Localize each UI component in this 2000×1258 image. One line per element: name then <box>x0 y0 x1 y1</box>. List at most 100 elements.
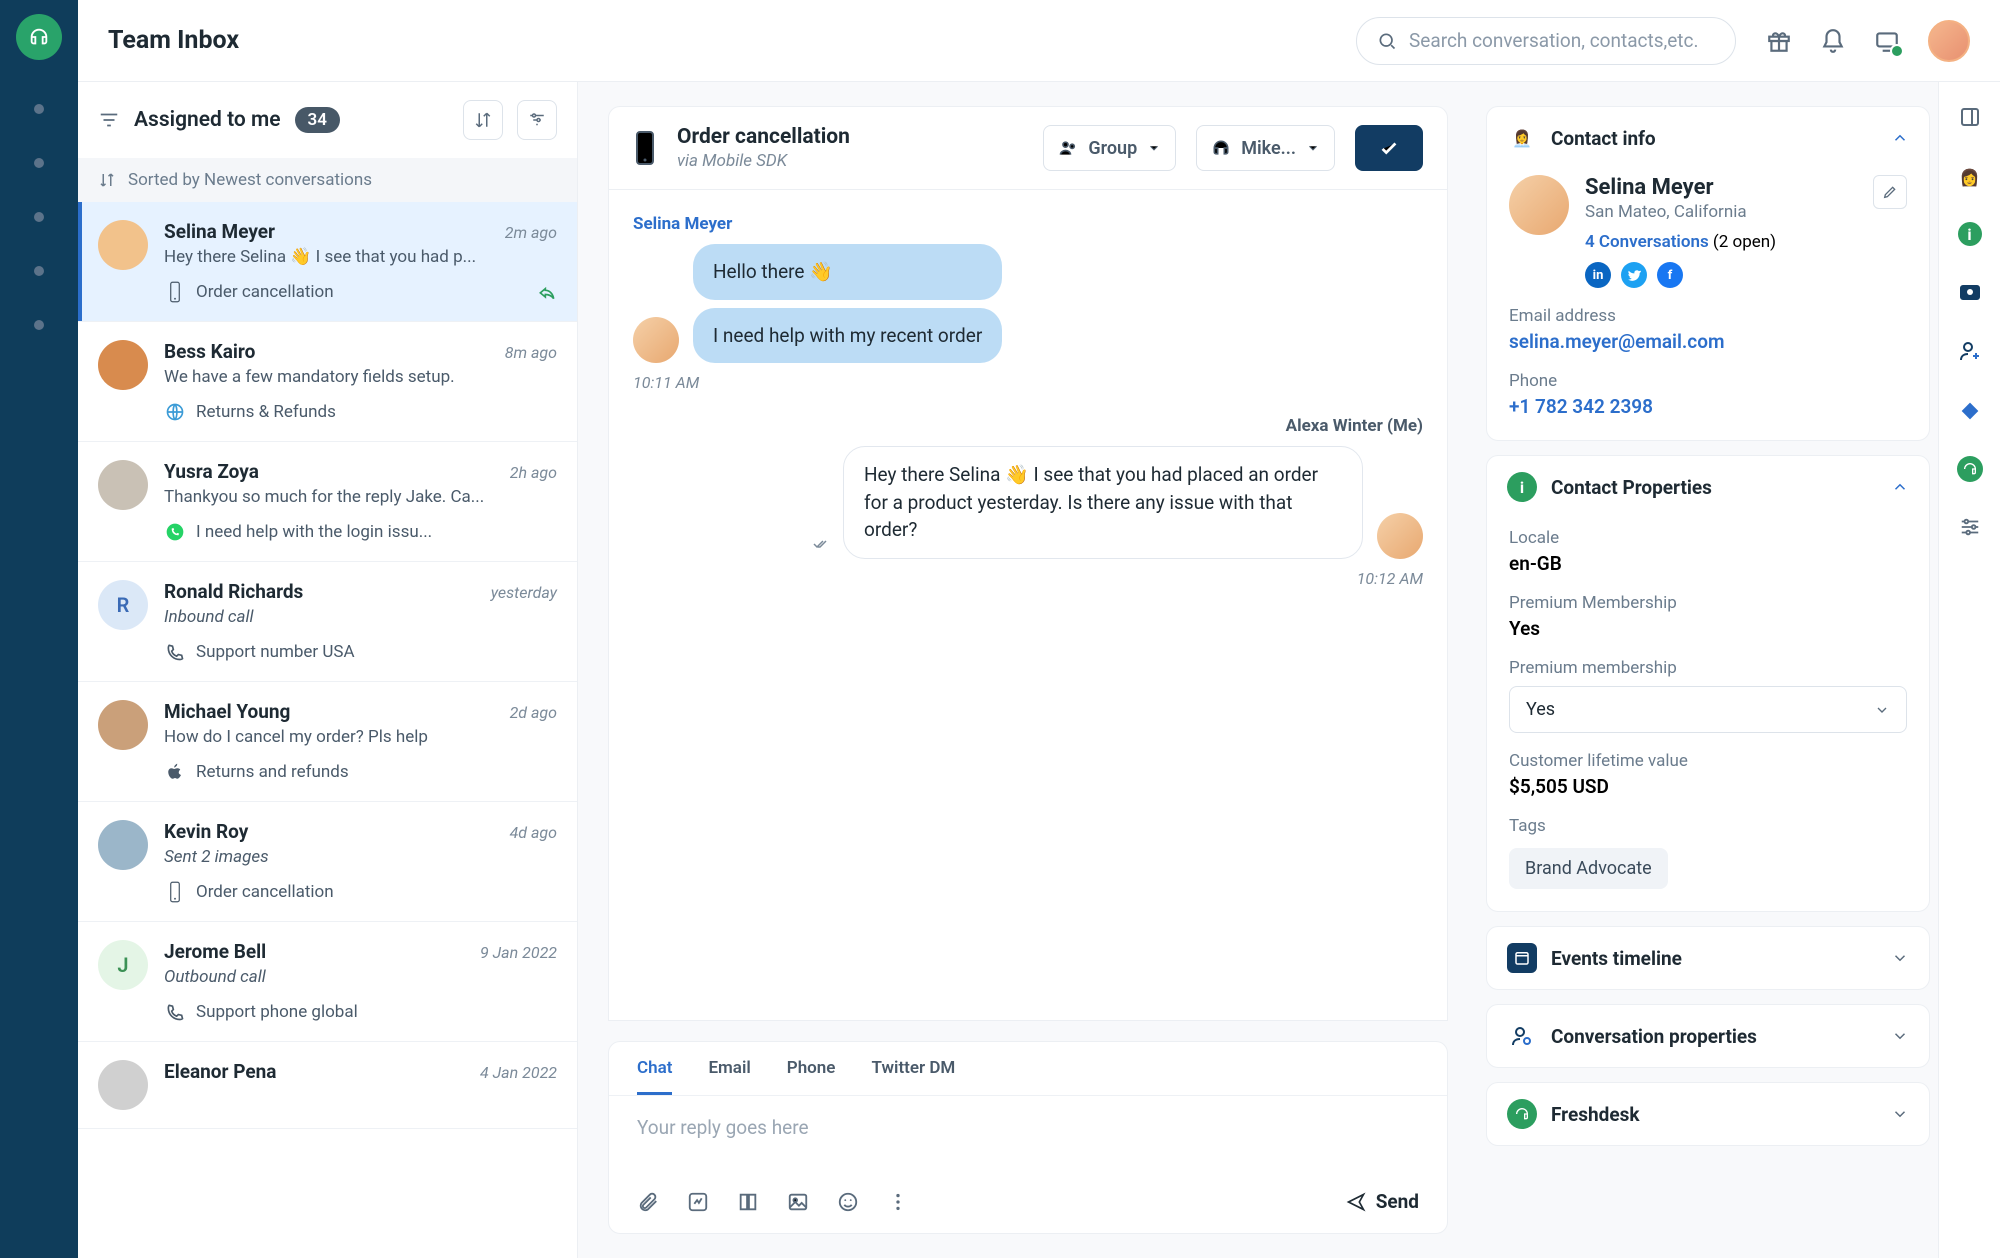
search-input[interactable]: Search conversation, contacts,etc. <box>1356 17 1736 65</box>
tag-chip[interactable]: Brand Advocate <box>1509 848 1668 889</box>
send-button[interactable]: Send <box>1346 1190 1419 1213</box>
conversations-link[interactable]: 4 Conversations <box>1585 232 1709 252</box>
app-logo[interactable] <box>16 14 62 60</box>
composer-tab[interactable]: Chat <box>637 1058 672 1095</box>
resolve-button[interactable] <box>1355 125 1423 171</box>
premium-select[interactable]: Yes <box>1509 686 1907 733</box>
nav-item[interactable] <box>34 320 44 330</box>
contact-info-header[interactable]: 👩‍💼 Contact info <box>1487 107 1929 169</box>
convo-name: Eleanor Pena <box>164 1060 276 1083</box>
events-timeline-header[interactable]: Events timeline <box>1487 927 1929 989</box>
conversation-item[interactable]: Yusra Zoya2h agoThankyou so much for the… <box>78 442 577 562</box>
camera-widget-icon[interactable] <box>1955 276 1985 306</box>
sort-button[interactable] <box>463 100 503 140</box>
phone-label: Phone <box>1509 371 1907 391</box>
channel-label: I need help with the login issu... <box>196 522 432 542</box>
diamond-widget-icon[interactable] <box>1955 396 1985 426</box>
convo-preview: Sent 2 images <box>164 847 557 867</box>
linkedin-icon[interactable]: in <box>1585 262 1611 288</box>
tags-label: Tags <box>1509 816 1907 836</box>
contact-location: San Mateo, California <box>1585 202 1857 222</box>
bell-icon[interactable] <box>1820 28 1846 54</box>
events-timeline-title: Events timeline <box>1551 947 1877 970</box>
convo-name: Ronald Richards <box>164 580 303 603</box>
premium-select-value: Yes <box>1526 699 1555 720</box>
settings-widget-icon[interactable] <box>1955 512 1985 542</box>
freshdesk-header[interactable]: Freshdesk <box>1487 1083 1929 1145</box>
expand-icon[interactable] <box>1955 102 1985 132</box>
composer-tab[interactable]: Twitter DM <box>871 1058 955 1095</box>
status-icon[interactable] <box>1874 28 1900 54</box>
send-icon <box>1346 1192 1366 1212</box>
conversation-item[interactable]: JJerome Bell9 Jan 2022Outbound callSuppo… <box>78 922 577 1042</box>
canned-icon[interactable] <box>687 1191 709 1213</box>
chat-header: Order cancellation via Mobile SDK Group … <box>608 106 1448 190</box>
conversation-properties-title: Conversation properties <box>1551 1025 1877 1048</box>
channel-label: Order cancellation <box>196 282 334 302</box>
message-bubble: Hello there 👋 <box>693 244 1002 300</box>
contact-avatar <box>1509 175 1569 235</box>
avatar <box>98 340 148 390</box>
contact-properties-header[interactable]: i Contact Properties <box>1487 456 1929 518</box>
nav-rail <box>0 0 78 1258</box>
freshdesk-title: Freshdesk <box>1551 1103 1877 1126</box>
convo-time: 9 Jan 2022 <box>480 943 557 962</box>
image-icon[interactable] <box>787 1191 809 1213</box>
message-time: 10:11 AM <box>633 373 1423 392</box>
headset-widget-icon[interactable] <box>1957 456 1983 482</box>
message-bubble: I need help with my recent order <box>693 308 1002 364</box>
convo-name: Michael Young <box>164 700 290 723</box>
conversation-item[interactable]: Selina Meyer2m agoHey there Selina 👋 I s… <box>78 202 577 322</box>
chat-body: Selina MeyerHello there 👋I need help wit… <box>608 190 1448 1021</box>
facebook-icon[interactable]: f <box>1657 262 1683 288</box>
convo-time: 8m ago <box>505 343 557 362</box>
nav-item[interactable] <box>34 266 44 276</box>
conversation-properties-header[interactable]: Conversation properties <box>1487 1005 1929 1067</box>
composer-tabs: Chat Email Phone Twitter DM <box>609 1042 1447 1096</box>
emoji-icon[interactable] <box>837 1191 859 1213</box>
inbox-filter-label[interactable]: Assigned to me <box>134 108 281 132</box>
avatar <box>98 820 148 870</box>
composer-tab[interactable]: Phone <box>787 1058 836 1095</box>
conversation-item[interactable]: Bess Kairo8m agoWe have a few mandatory … <box>78 322 577 442</box>
contact-widget-icon[interactable]: 👩 <box>1955 162 1985 192</box>
filter-button[interactable] <box>517 100 557 140</box>
conversation-item[interactable]: Michael Young2d agoHow do I cancel my or… <box>78 682 577 802</box>
twitter-icon[interactable] <box>1621 262 1647 288</box>
convo-preview: How do I cancel my order? Pls help <box>164 727 557 747</box>
user-avatar[interactable] <box>1928 20 1970 62</box>
conversation-item[interactable]: Kevin Roy4d agoSent 2 imagesOrder cancel… <box>78 802 577 922</box>
assignee-dropdown[interactable]: Mike... <box>1196 125 1335 171</box>
reply-input[interactable]: Your reply goes here <box>609 1096 1447 1176</box>
nav-item[interactable] <box>34 158 44 168</box>
nav-item[interactable] <box>34 104 44 114</box>
add-user-widget-icon[interactable] <box>1955 336 1985 366</box>
more-icon[interactable] <box>887 1191 909 1213</box>
gift-icon[interactable] <box>1766 28 1792 54</box>
group-dropdown[interactable]: Group <box>1043 125 1176 171</box>
email-value[interactable]: selina.meyer@email.com <box>1509 330 1907 353</box>
freshdesk-icon <box>1507 1099 1537 1129</box>
composer-tab[interactable]: Email <box>708 1058 750 1095</box>
filter-icon <box>98 109 120 131</box>
info-widget-icon[interactable]: i <box>1958 222 1982 246</box>
edit-contact-button[interactable] <box>1873 175 1907 209</box>
message-avatar <box>633 317 679 363</box>
locale-value: en-GB <box>1509 552 1907 575</box>
channel-label: Support phone global <box>196 1002 358 1022</box>
article-icon[interactable] <box>737 1191 759 1213</box>
chat-title: Order cancellation <box>677 125 1023 149</box>
nav-item[interactable] <box>34 212 44 222</box>
info-icon: i <box>1507 472 1537 502</box>
sort-label: Sorted by Newest conversations <box>128 170 372 190</box>
convo-name: Jerome Bell <box>164 940 266 963</box>
chevron-up-icon <box>1891 478 1909 496</box>
attach-icon[interactable] <box>637 1191 659 1213</box>
phone-value[interactable]: +1 782 342 2398 <box>1509 395 1907 418</box>
channel-icon <box>164 641 186 663</box>
conversation-item[interactable]: RRonald RichardsyesterdayInbound callSup… <box>78 562 577 682</box>
page-title: Team Inbox <box>108 26 239 55</box>
channel-icon <box>164 401 186 423</box>
conversation-item[interactable]: Eleanor Pena4 Jan 2022 <box>78 1042 577 1129</box>
avatar <box>98 460 148 510</box>
